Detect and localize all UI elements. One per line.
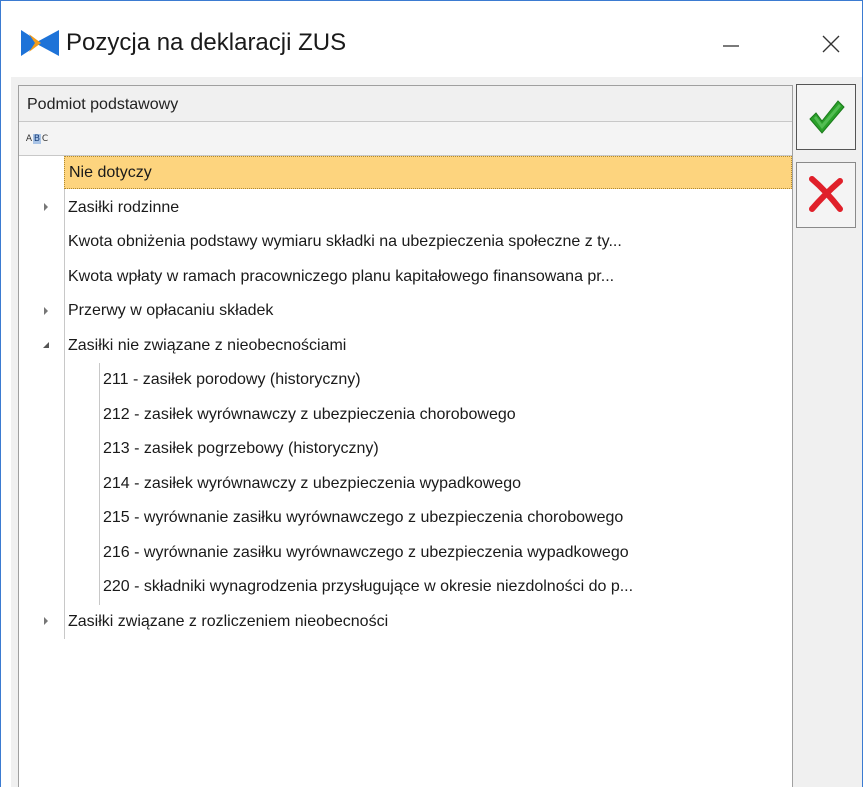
- tree-item[interactable]: Zasiłki związane z rozliczeniem nieobecn…: [64, 605, 792, 638]
- tree-item-label: 216 - wyrównanie zasiłku wyrównawczego z…: [103, 543, 629, 561]
- sort-letter: C: [41, 134, 49, 144]
- window-title: Pozycja na deklaracji ZUS: [66, 29, 347, 56]
- tree-item[interactable]: 215 - wyrównanie zasiłku wyrównawczego z…: [99, 501, 792, 534]
- tree-item-label: 211 - zasiłek porodowy (historyczny): [103, 371, 361, 388]
- minimize-button[interactable]: [701, 21, 761, 67]
- cross-icon: [809, 176, 843, 212]
- tree-item-label: 214 - zasiłek wyrównawczy z ubezpieczeni…: [103, 474, 521, 492]
- tree-panel: Podmiot podstawowy A B C Nie dotyczy Zasi…: [18, 85, 793, 787]
- tree-item[interactable]: 212 - zasiłek wyrównawczy z ubezpieczeni…: [99, 398, 792, 431]
- tree-item-label: 220 - składniki wynagrodzenia przysługuj…: [103, 578, 634, 595]
- minimize-icon: [723, 45, 739, 47]
- tree-item-label: 215 - wyrównanie zasiłku wyrównawczego z…: [103, 509, 624, 526]
- close-button[interactable]: [801, 21, 861, 67]
- checkmark-icon: [809, 100, 845, 134]
- tree-item[interactable]: 216 - wyrównanie zasiłku wyrównawczego z…: [99, 536, 792, 569]
- group-header[interactable]: Podmiot podstawowy: [19, 86, 792, 122]
- collapse-arrow-icon[interactable]: [39, 329, 53, 362]
- sort-row: A B C: [19, 122, 792, 156]
- tree-item-label: Zasiłki nie związane z nieobecnościami: [68, 336, 347, 354]
- tree-item-label: 213 - zasiłek pogrzebowy (historyczny): [103, 440, 379, 457]
- tree-item[interactable]: Nie dotyczy: [64, 156, 792, 189]
- tree-item[interactable]: Zasiłki rodzinne: [64, 191, 792, 224]
- tree-item-label: Kwota wpłaty w ramach pracowniczego plan…: [68, 267, 615, 285]
- tree-item[interactable]: 214 - zasiłek wyrównawczy z ubezpieczeni…: [99, 467, 792, 500]
- sort-letter: A: [25, 134, 33, 144]
- tree-item[interactable]: Przerwy w opłacaniu składek: [64, 294, 792, 327]
- title-bar[interactable]: Pozycja na deklaracji ZUS: [1, 1, 862, 77]
- tree-item-label: Zasiłki rodzinne: [68, 198, 180, 216]
- tree-item-label: Zasiłki związane z rozliczeniem nieobecn…: [68, 612, 389, 630]
- tree-item[interactable]: 213 - zasiłek pogrzebowy (historyczny): [99, 432, 792, 465]
- abc-sort-icon[interactable]: A B C: [25, 134, 49, 144]
- ok-button[interactable]: [796, 84, 856, 150]
- tree-item-label: 212 - zasiłek wyrównawczy z ubezpieczeni…: [103, 405, 516, 423]
- app-logo-icon: [21, 30, 59, 56]
- tree-item-label: Kwota obniżenia podstawy wymiaru składki…: [68, 233, 622, 250]
- sort-letter: B: [33, 134, 41, 144]
- cancel-button[interactable]: [796, 162, 856, 228]
- expand-arrow-icon[interactable]: [39, 294, 53, 327]
- tree-item[interactable]: Zasiłki nie związane z nieobecnościami: [64, 329, 792, 362]
- tree-item-label: Przerwy w opłacaniu składek: [68, 302, 274, 319]
- tree-item-label: Nie dotyczy: [69, 164, 152, 181]
- tree-item[interactable]: Kwota wpłaty w ramach pracowniczego plan…: [64, 260, 792, 293]
- dialog-window: Pozycja na deklaracji ZUS Podmiot podsta…: [0, 0, 863, 787]
- tree-item[interactable]: 211 - zasiłek porodowy (historyczny): [99, 363, 792, 396]
- expand-arrow-icon[interactable]: [39, 191, 53, 224]
- tree-item[interactable]: Kwota obniżenia podstawy wymiaru składki…: [64, 225, 792, 258]
- dialog-client-area: Podmiot podstawowy A B C Nie dotyczy Zasi…: [11, 77, 862, 787]
- close-icon: [822, 35, 840, 53]
- expand-arrow-icon[interactable]: [39, 605, 53, 638]
- tree-item[interactable]: 220 - składniki wynagrodzenia przysługuj…: [99, 570, 792, 603]
